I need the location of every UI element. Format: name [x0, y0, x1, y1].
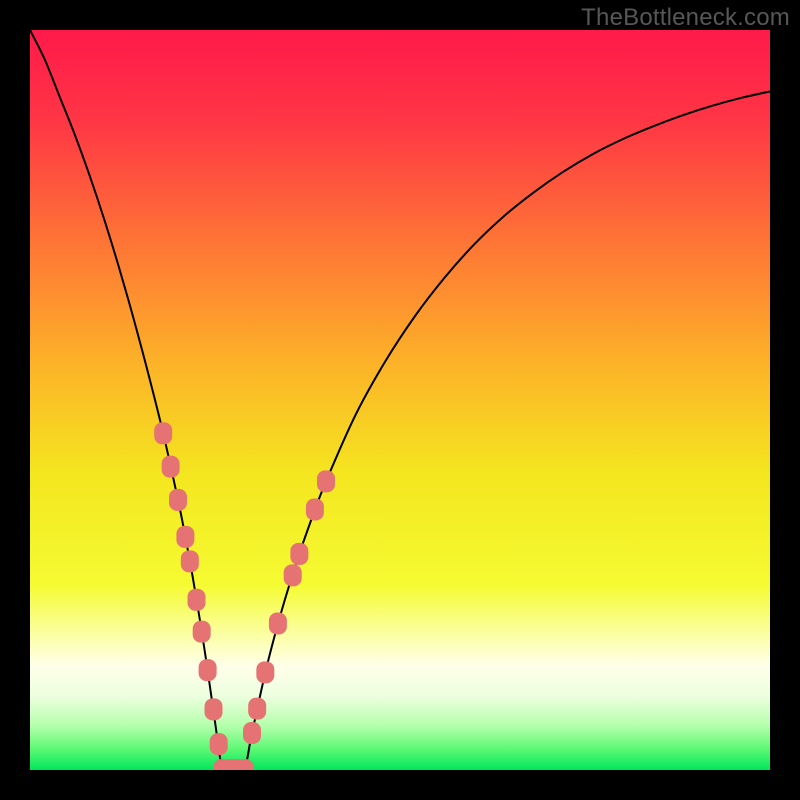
data-marker [210, 733, 228, 755]
data-marker [306, 499, 324, 521]
data-marker [256, 661, 274, 683]
data-marker [284, 564, 302, 586]
data-marker [205, 698, 223, 720]
data-marker [193, 621, 211, 643]
chart-plot [30, 30, 770, 770]
data-marker [243, 722, 261, 744]
data-marker [162, 456, 180, 478]
data-marker [181, 550, 199, 572]
data-marker [169, 489, 187, 511]
data-marker [317, 470, 335, 492]
data-marker [188, 589, 206, 611]
data-marker [269, 612, 287, 634]
data-marker [176, 526, 194, 548]
chart-frame: TheBottleneck.com [0, 0, 800, 800]
data-marker [248, 698, 266, 720]
plot-background [30, 30, 770, 770]
data-marker [154, 422, 172, 444]
watermark-text: TheBottleneck.com [581, 4, 790, 32]
data-marker [290, 543, 308, 565]
data-marker [199, 659, 217, 681]
